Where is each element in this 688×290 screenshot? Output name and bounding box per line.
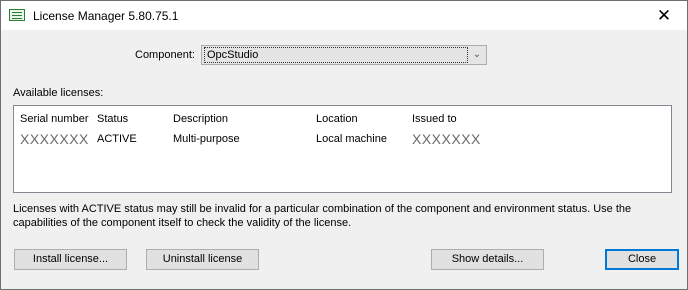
- close-window-button[interactable]: ✕: [641, 1, 687, 30]
- available-licenses-label: Available licenses:: [13, 87, 104, 99]
- close-button[interactable]: Close: [605, 249, 679, 270]
- serial-number-cell: XXXXXXX: [20, 131, 89, 147]
- component-select[interactable]: OpcStudio ⌄: [201, 45, 487, 65]
- license-row[interactable]: XXXXXXX ACTIVE Multi-purpose Local machi…: [14, 130, 671, 148]
- component-select-value: OpcStudio: [204, 47, 468, 63]
- column-header-serial-number[interactable]: Serial number: [14, 110, 91, 128]
- license-manager-window: License Manager 5.80.75.1 ✕ Component: O…: [0, 0, 688, 290]
- show-details-button[interactable]: Show details...: [431, 249, 544, 270]
- status-cell: ACTIVE: [97, 133, 137, 145]
- component-label: Component:: [135, 49, 195, 61]
- title-bar[interactable]: License Manager 5.80.75.1 ✕: [1, 1, 687, 30]
- column-header-location[interactable]: Location: [310, 110, 406, 128]
- install-license-button[interactable]: Install license...: [14, 249, 127, 270]
- licenses-list-header: Serial number Status Description Locatio…: [14, 110, 671, 128]
- licenses-list[interactable]: Serial number Status Description Locatio…: [13, 105, 672, 193]
- license-status-note: Licenses with ACTIVE status may still be…: [13, 203, 632, 229]
- license-manager-icon: [9, 9, 25, 21]
- uninstall-license-button[interactable]: Uninstall license: [146, 249, 259, 270]
- chevron-down-icon[interactable]: ⌄: [471, 48, 483, 62]
- column-header-description[interactable]: Description: [167, 110, 310, 128]
- issued-to-cell: XXXXXXX: [412, 131, 481, 147]
- window-title: License Manager 5.80.75.1: [33, 9, 179, 23]
- description-cell: Multi-purpose: [173, 133, 240, 145]
- column-header-status[interactable]: Status: [91, 110, 167, 128]
- location-cell: Local machine: [316, 133, 387, 145]
- column-header-issued-to[interactable]: Issued to: [406, 110, 666, 128]
